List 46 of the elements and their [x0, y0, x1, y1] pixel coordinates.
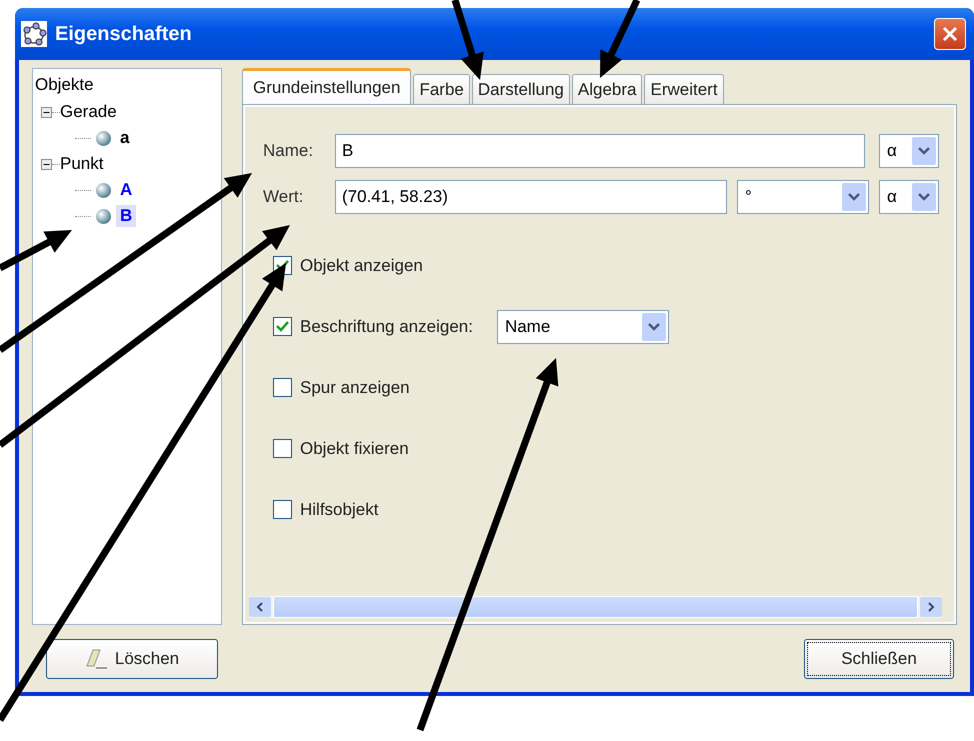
checkbox-label[interactable]: Hilfsobjekt	[300, 500, 378, 520]
close-button[interactable]	[934, 18, 966, 50]
tab[interactable]: Grundeinstellungen	[242, 68, 412, 104]
field-label: Wert:	[263, 187, 304, 207]
label-dropdown[interactable]: Name	[496, 310, 669, 344]
window-title: Eigenschaften	[55, 22, 193, 46]
unit-dropdown[interactable]: °	[737, 180, 869, 214]
collapse-icon[interactable]	[41, 158, 52, 170]
chevron-down-icon	[917, 192, 931, 202]
tree-item[interactable]: Gerade	[60, 102, 117, 122]
checkbox-label[interactable]: Objekt fixieren	[300, 438, 409, 458]
app-logo-icon	[21, 21, 47, 47]
checkbox[interactable]	[273, 439, 292, 458]
collapse-icon[interactable]	[41, 106, 52, 118]
sphere-icon	[95, 130, 112, 146]
chevron-down-icon	[847, 192, 861, 202]
tab[interactable]: Farbe	[413, 74, 470, 104]
tree-item[interactable]: Punkt	[60, 154, 104, 174]
delete-button[interactable]: Löschen	[46, 639, 218, 679]
close-icon	[941, 25, 959, 43]
tree-item[interactable]: A	[116, 179, 136, 201]
tree-item[interactable]: B	[116, 205, 136, 227]
sphere-icon	[95, 208, 112, 224]
chevron-down-icon	[646, 322, 661, 332]
eraser-icon	[84, 648, 109, 670]
tab[interactable]: Erweitert	[644, 74, 724, 104]
checkbox[interactable]	[273, 317, 292, 336]
field-label: Name:	[263, 141, 314, 161]
chevron-right-icon[interactable]	[926, 601, 936, 613]
close-dialog-button[interactable]: Schließen	[804, 639, 954, 679]
sphere-icon	[95, 182, 112, 198]
name-field[interactable]: B	[335, 134, 865, 168]
checkbox[interactable]	[273, 378, 292, 397]
tree-root[interactable]: Objekte	[35, 75, 219, 95]
tree-item[interactable]: a	[116, 127, 134, 149]
tab[interactable]: Algebra	[572, 74, 642, 104]
checkbox[interactable]	[273, 500, 292, 519]
symbol-dropdown[interactable]: α	[879, 134, 939, 168]
value-field[interactable]: (70.41, 58.23)	[335, 180, 727, 214]
checkbox-label[interactable]: Spur anzeigen	[300, 378, 410, 398]
tab[interactable]: Darstellung	[472, 74, 570, 104]
chevron-down-icon	[917, 146, 931, 156]
chevron-left-icon[interactable]	[255, 601, 265, 613]
checkbox-label[interactable]: Beschriftung anzeigen:	[300, 316, 473, 336]
checkbox-label[interactable]: Objekt anzeigen	[300, 256, 423, 276]
symbol-dropdown[interactable]: α	[879, 180, 939, 214]
